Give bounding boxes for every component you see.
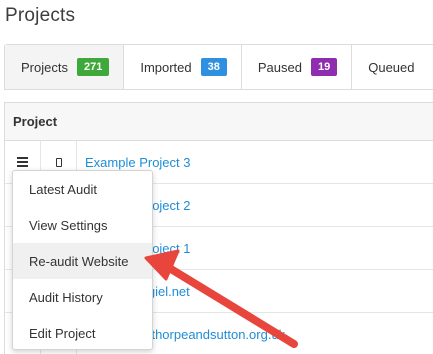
menu-item-audit-history[interactable]: Audit History: [13, 279, 152, 315]
menu-item-latest-audit[interactable]: Latest Audit: [13, 171, 152, 207]
tab-label: Imported: [140, 59, 192, 75]
tab-label: Projects: [21, 59, 68, 75]
hamburger-menu-icon[interactable]: [17, 157, 28, 167]
page: Projects Projects 271 Imported 38 Paused…: [0, 0, 433, 354]
menu-item-edit-project[interactable]: Edit Project: [13, 315, 152, 351]
count-badge: 271: [76, 58, 110, 76]
menu-item-view-settings[interactable]: View Settings: [13, 207, 152, 243]
page-title: Projects: [5, 5, 76, 26]
menu-item-re-audit-website[interactable]: Re-audit Website: [13, 243, 152, 279]
tab-queued[interactable]: Queued: [352, 45, 428, 89]
count-badge: 19: [310, 58, 338, 76]
status-tabs: Projects 271 Imported 38 Paused 19 Queue…: [4, 44, 433, 90]
tab-label: Queued: [368, 59, 415, 75]
tab-projects[interactable]: Projects 271: [5, 45, 125, 89]
project-actions-dropdown: Latest Audit View Settings Re-audit Webs…: [12, 170, 153, 350]
mobile-device-icon: [55, 157, 62, 167]
tab-label: Paused: [257, 59, 302, 75]
column-header-project: Project: [13, 114, 58, 129]
tab-paused[interactable]: Paused 19: [242, 45, 353, 89]
tab-imported[interactable]: Imported 38: [124, 45, 242, 89]
count-badge: 38: [200, 58, 227, 76]
table-header: Project: [5, 103, 433, 141]
